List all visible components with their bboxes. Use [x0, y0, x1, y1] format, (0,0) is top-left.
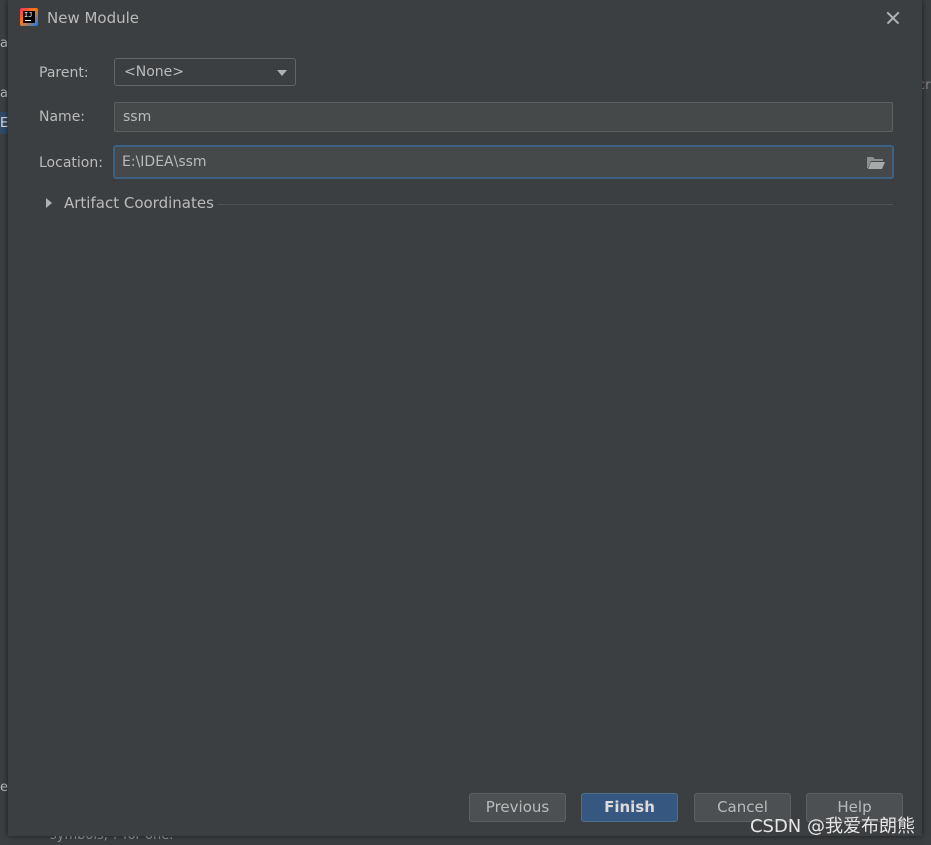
- intellij-idea-icon: IJ: [20, 8, 38, 26]
- parent-dropdown-value: <None>: [124, 64, 184, 80]
- watermark: CSDN @我爱布朗熊: [749, 816, 915, 837]
- location-label: Location:: [39, 155, 103, 171]
- chevron-down-icon: [277, 70, 287, 76]
- previous-button[interactable]: Previous: [469, 793, 566, 822]
- background-ide-right-panel: [922, 0, 931, 845]
- folder-open-icon[interactable]: [866, 154, 886, 170]
- artifact-coordinates-label: Artifact Coordinates: [64, 194, 214, 212]
- parent-label: Parent:: [39, 65, 89, 81]
- background-text-fragment: e: [0, 780, 8, 795]
- name-label: Name:: [39, 109, 86, 125]
- close-icon[interactable]: [882, 7, 904, 29]
- dialog-title-bar[interactable]: IJ New Module: [8, 0, 922, 36]
- new-module-dialog: IJ New Module Parent: <None> Name: Locat…: [8, 0, 922, 836]
- parent-dropdown[interactable]: <None>: [114, 58, 296, 86]
- section-divider: [218, 204, 893, 205]
- dialog-title: New Module: [47, 9, 140, 27]
- chevron-right-icon: [46, 198, 52, 208]
- location-field[interactable]: [115, 147, 855, 177]
- finish-button[interactable]: Finish: [581, 793, 678, 822]
- name-field[interactable]: [114, 102, 893, 132]
- location-field-container: [113, 145, 894, 179]
- artifact-coordinates-toggle[interactable]: Artifact Coordinates: [42, 192, 893, 216]
